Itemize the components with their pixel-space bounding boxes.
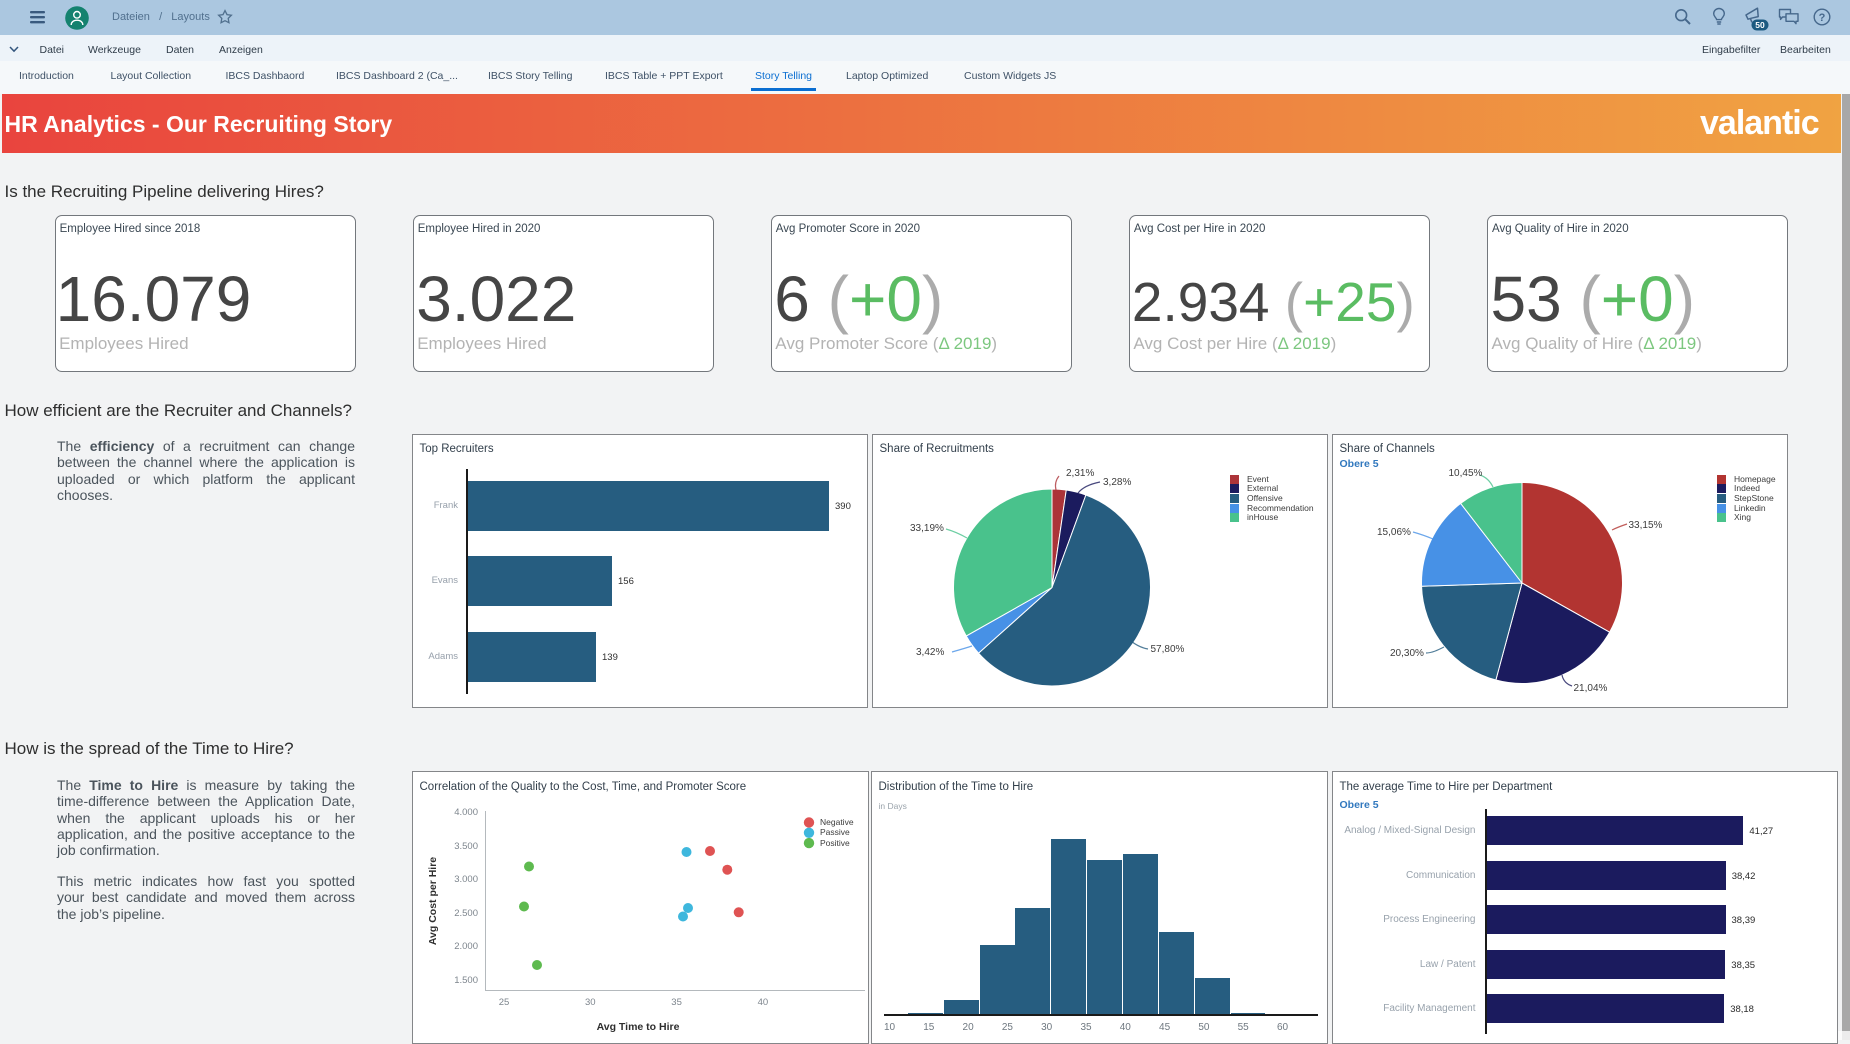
- svg-text:?: ?: [1819, 12, 1826, 24]
- svg-text:50: 50: [1755, 20, 1765, 30]
